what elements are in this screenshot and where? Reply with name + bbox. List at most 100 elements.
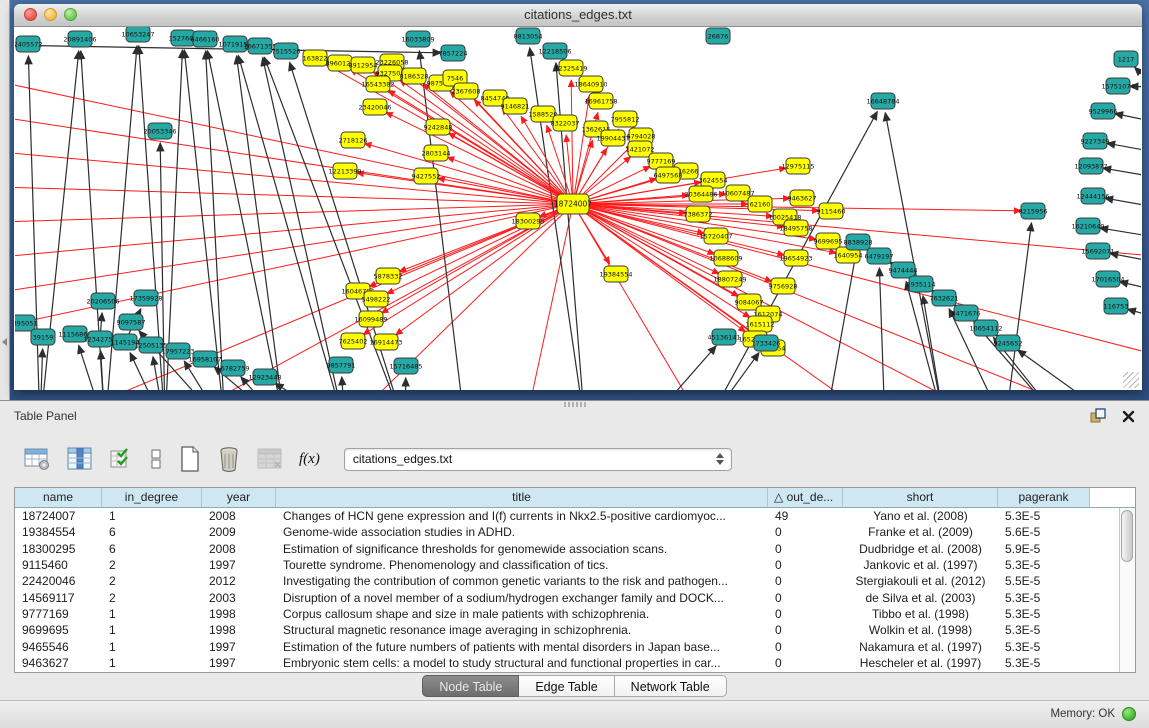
window-titlebar[interactable]: citations_edges.txt bbox=[14, 4, 1142, 27]
column-header-out_de[interactable]: △ out_de... bbox=[768, 488, 843, 508]
table-row[interactable]: 1456911722003Disruption of a novel membe… bbox=[15, 589, 1135, 605]
graph-edge[interactable] bbox=[923, 296, 945, 390]
table-row[interactable]: 969969511998Structural magnetic resonanc… bbox=[15, 622, 1135, 638]
table-cell-pagerank: 5.3E-5 bbox=[998, 591, 1090, 605]
graph-edge[interactable] bbox=[645, 346, 716, 390]
table-toolbar: f(x) citations_edges.txt bbox=[0, 435, 1149, 483]
table-cell-title: Embryonic stem cells: a model to study s… bbox=[276, 656, 768, 670]
column-header-pagerank[interactable]: pagerank bbox=[998, 488, 1090, 508]
tab-edge-table[interactable]: Edge Table bbox=[519, 675, 613, 697]
graph-edge[interactable] bbox=[15, 204, 573, 222]
graph-edge[interactable] bbox=[1105, 198, 1141, 207]
graph-edge[interactable] bbox=[342, 377, 345, 390]
graph-edge[interactable] bbox=[1103, 168, 1141, 177]
graph-node-label: 3624554 bbox=[699, 176, 728, 184]
window-resize-grip[interactable] bbox=[1123, 372, 1139, 388]
graph-edge[interactable] bbox=[573, 204, 1141, 357]
graph-edge[interactable] bbox=[237, 56, 285, 390]
panel-expand-arrow-icon[interactable] bbox=[2, 338, 7, 346]
new-column-button[interactable] bbox=[179, 446, 201, 472]
function-builder-button[interactable]: f(x) bbox=[299, 451, 320, 468]
graph-node-label: 18724007 bbox=[554, 199, 592, 208]
graph-node-label: 9227349 bbox=[1081, 137, 1110, 145]
graph-edge[interactable] bbox=[1135, 67, 1141, 87]
column-header-short[interactable]: short bbox=[843, 488, 998, 508]
tab-node-table[interactable]: Node Table bbox=[422, 675, 519, 697]
graph-node-label: 9427552 bbox=[412, 172, 441, 180]
table-cell-in_degree: 6 bbox=[102, 525, 202, 539]
graph-edge[interactable] bbox=[705, 353, 759, 390]
table-cell-out_de: 0 bbox=[768, 525, 843, 539]
graph-edge[interactable] bbox=[447, 157, 573, 204]
graph-edge[interactable] bbox=[885, 113, 945, 390]
close-panel-icon[interactable] bbox=[1122, 410, 1135, 428]
graph-node-label: 5498222 bbox=[362, 295, 391, 303]
graph-edge[interactable] bbox=[825, 254, 856, 390]
graph-node-label: 9756928 bbox=[769, 282, 798, 290]
network-canvas[interactable]: 1872400716382289601288912954232260589327… bbox=[15, 27, 1141, 390]
table-select-dropdown[interactable]: citations_edges.txt bbox=[344, 448, 732, 471]
network-view-window[interactable]: citations_edges.txt 18724007163822896012… bbox=[14, 4, 1142, 390]
tab-network-table[interactable]: Network Table bbox=[614, 675, 727, 697]
table-row[interactable]: 911546021997Tourette syndrome. Phenomeno… bbox=[15, 557, 1135, 573]
graph-node-label: 15720407 bbox=[699, 232, 732, 240]
graph-edge[interactable] bbox=[40, 204, 573, 390]
graph-edge[interactable] bbox=[1128, 309, 1141, 317]
node-table: namein_degreeyeartitle△ out_de...shortpa… bbox=[14, 487, 1136, 673]
graph-edge[interactable] bbox=[40, 349, 43, 390]
graph-edge[interactable] bbox=[399, 204, 573, 272]
table-cell-title: Genome-wide association studies in ADHD. bbox=[276, 525, 768, 539]
graph-edge[interactable] bbox=[1107, 143, 1141, 152]
delete-table-button[interactable] bbox=[257, 447, 283, 471]
graph-edge[interactable] bbox=[556, 63, 585, 390]
citation-network-graph[interactable]: 1872400716382289601288912954232260589327… bbox=[15, 27, 1141, 390]
table-row[interactable]: 977716911998Corpus callosum shape and si… bbox=[15, 606, 1135, 622]
graph-edge[interactable] bbox=[15, 187, 573, 204]
graph-edge[interactable] bbox=[448, 133, 573, 204]
select-columns-button[interactable] bbox=[109, 447, 133, 471]
graph-node-label: 12325419 bbox=[554, 64, 587, 72]
column-header-name[interactable]: name bbox=[15, 488, 102, 508]
graph-node-label: 2935114 bbox=[907, 280, 936, 288]
graph-edge[interactable] bbox=[184, 50, 225, 390]
graph-edge[interactable] bbox=[573, 204, 1125, 390]
table-cell-short: Franke et al. (2009) bbox=[843, 525, 998, 539]
float-panel-icon[interactable] bbox=[1090, 408, 1106, 429]
graph-node-label: 18495758 bbox=[779, 224, 812, 232]
scrollbar-thumb[interactable] bbox=[1121, 510, 1133, 562]
graph-edge[interactable] bbox=[387, 204, 573, 294]
collapsed-side-panel[interactable] bbox=[0, 0, 10, 400]
table-mode-button[interactable] bbox=[24, 447, 51, 471]
table-cell-name: 18724007 bbox=[15, 509, 102, 523]
toggle-rows-button[interactable] bbox=[149, 447, 163, 471]
graph-node-label: 5878332 bbox=[374, 272, 403, 280]
table-row[interactable]: 1872400712008Changes of HCN gene express… bbox=[15, 508, 1135, 524]
graph-edge[interactable] bbox=[573, 204, 705, 390]
graph-edge[interactable] bbox=[405, 378, 406, 390]
table-row[interactable]: 946362711997Embryonic stem cells: a mode… bbox=[15, 655, 1135, 671]
table-row[interactable]: 2242004622012Investigating the contribut… bbox=[15, 573, 1135, 589]
table-row[interactable]: 1938455462009Genome-wide association stu… bbox=[15, 524, 1135, 540]
table-cell-short: Tibbo et al. (1998) bbox=[843, 607, 998, 621]
graph-edge[interactable] bbox=[153, 357, 165, 390]
graph-node-label: 2405572 bbox=[15, 40, 42, 48]
column-header-title[interactable]: title bbox=[276, 488, 768, 508]
column-header-in_degree[interactable]: in_degree bbox=[102, 488, 202, 508]
column-header-year[interactable]: year bbox=[202, 488, 276, 508]
table-row[interactable]: 946554611997Estimation of the future num… bbox=[15, 638, 1135, 654]
graph-edge[interactable] bbox=[1005, 223, 1031, 390]
delete-columns-button[interactable] bbox=[217, 446, 241, 472]
graph-edge[interactable] bbox=[238, 56, 345, 390]
show-columns-button[interactable] bbox=[67, 447, 93, 471]
graph-edge[interactable] bbox=[1018, 350, 1125, 390]
graph-node-label: 7515526 bbox=[272, 47, 301, 55]
vertical-scrollbar[interactable] bbox=[1119, 508, 1135, 672]
table-row[interactable]: 1830029562008Estimation of significance … bbox=[15, 541, 1135, 557]
graph-edge[interactable] bbox=[101, 351, 105, 390]
graph-edge[interactable] bbox=[573, 96, 589, 204]
graph-edge[interactable] bbox=[165, 50, 182, 390]
graph-edge[interactable] bbox=[396, 204, 573, 335]
table-cell-out_de: 0 bbox=[768, 591, 843, 605]
graph-edge[interactable] bbox=[1115, 113, 1141, 122]
graph-edge[interactable] bbox=[1100, 228, 1141, 237]
